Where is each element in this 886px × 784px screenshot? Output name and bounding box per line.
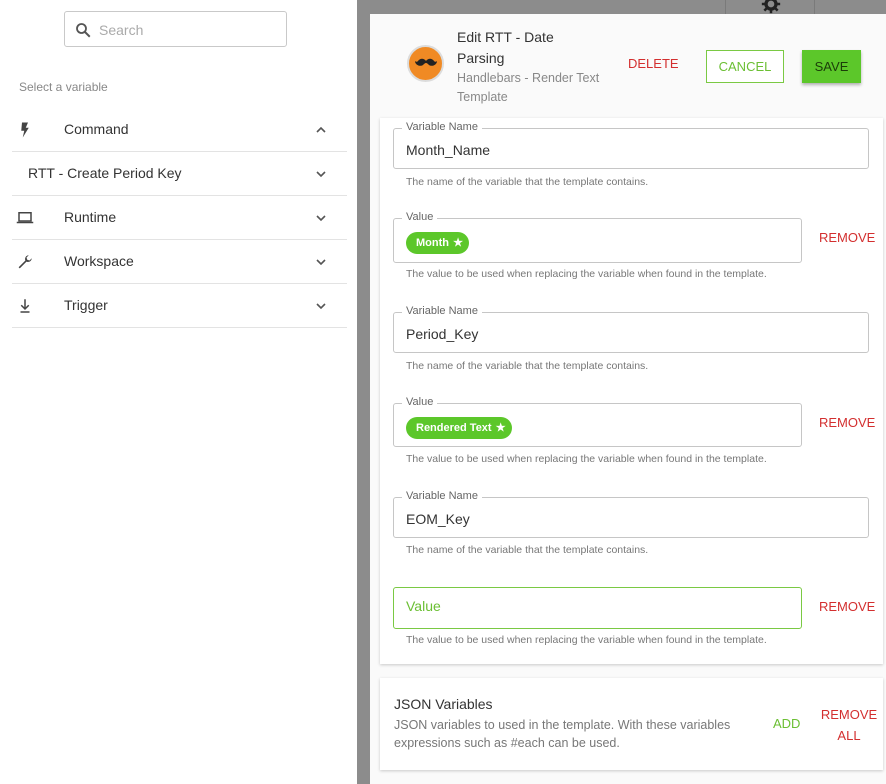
remove-variable-button[interactable]: REMOVE [819, 599, 875, 614]
variable-sidebar: Select a variable Command RTT - Create P… [0, 0, 357, 784]
sidebar-item-label: Trigger [64, 297, 108, 313]
cancel-button[interactable]: CANCEL [706, 50, 784, 83]
field-helper: The name of the variable that the templa… [406, 176, 649, 188]
variable-value-field[interactable]: Value Rendered Text ★ [393, 396, 802, 447]
sidebar-item-label: Command [64, 121, 129, 137]
chevron-up-icon [316, 126, 326, 133]
search-input[interactable] [99, 18, 279, 42]
variables-card: Variable Name Month_Name The name of the… [380, 118, 883, 664]
field-legend: Variable Name [402, 490, 482, 502]
star-icon: ★ [495, 422, 506, 434]
variable-name-value: Period_Key [406, 326, 479, 342]
variable-name-value: Month_Name [406, 142, 491, 158]
remove-all-button[interactable]: REMOVE ALL [820, 704, 878, 746]
sidebar-item-runtime[interactable]: Runtime [12, 196, 347, 240]
value-chip[interactable]: Rendered Text ★ [406, 417, 512, 439]
value-chip[interactable]: Month ★ [406, 232, 469, 254]
field-helper: The name of the variable that the templa… [406, 360, 649, 372]
modal-title: Edit RTT - Date Parsing [457, 29, 554, 66]
json-variables-description: JSON variables to used in the template. … [394, 718, 731, 750]
star-icon: ★ [453, 237, 463, 249]
sidebar-hint: Select a variable [19, 80, 108, 94]
field-helper: The value to be used when replacing the … [406, 634, 767, 646]
chevron-down-icon [316, 171, 326, 178]
variable-name-field[interactable]: Variable Name EOM_Key [393, 490, 869, 538]
modal-subtitle: Handlebars - Render Text Template [457, 71, 600, 104]
sidebar-item-trigger[interactable]: Trigger [12, 284, 347, 328]
search-box[interactable] [64, 11, 287, 47]
value-placeholder: Value [406, 598, 441, 614]
chevron-down-icon [316, 259, 326, 266]
delete-button[interactable]: DELETE [628, 56, 679, 71]
variable-value-input[interactable]: Value [393, 587, 802, 629]
trigger-icon [20, 299, 30, 313]
json-variables-title: JSON Variables [394, 696, 493, 712]
field-legend: Variable Name [402, 305, 482, 317]
gear-icon [761, 0, 781, 14]
mustache-icon [415, 58, 437, 66]
variable-value-field[interactable]: Value Month ★ [393, 211, 802, 263]
lightning-icon [21, 122, 29, 138]
field-helper: The value to be used when replacing the … [406, 268, 767, 280]
sidebar-item-command[interactable]: Command [12, 108, 347, 152]
wrench-icon [18, 255, 32, 269]
field-legend: Value [402, 211, 438, 223]
handlebars-logo [407, 45, 444, 82]
chip-label: Month [416, 237, 449, 249]
sidebar-item-label: Runtime [64, 209, 117, 225]
sidebar-item-rtt-create-period-key[interactable]: RTT - Create Period Key [12, 152, 347, 196]
variable-name-value: EOM_Key [406, 511, 470, 527]
save-button[interactable]: SAVE [802, 50, 861, 83]
add-json-variable-button[interactable]: ADD [773, 716, 800, 731]
field-legend: Variable Name [402, 121, 482, 133]
modal-header: Edit RTT - Date Parsing Handlebars - Ren… [370, 14, 886, 118]
chevron-down-icon [316, 215, 326, 222]
field-legend: Value [402, 396, 438, 408]
settings-button[interactable] [725, 0, 815, 14]
json-variables-card: JSON Variables JSON variables to used in… [380, 678, 883, 770]
field-helper: The name of the variable that the templa… [406, 544, 649, 556]
edit-command-modal: Edit RTT - Date Parsing Handlebars - Ren… [370, 14, 886, 784]
field-helper: The value to be used when replacing the … [406, 453, 767, 465]
chevron-down-icon [316, 303, 326, 310]
laptop-icon [16, 212, 34, 224]
remove-variable-button[interactable]: REMOVE [819, 230, 875, 245]
sidebar-item-label: RTT - Create Period Key [28, 165, 182, 181]
variable-name-field[interactable]: Variable Name Period_Key [393, 305, 869, 353]
search-icon [76, 23, 91, 38]
chip-label: Rendered Text [416, 422, 492, 434]
sidebar-item-workspace[interactable]: Workspace [12, 240, 347, 284]
remove-variable-button[interactable]: REMOVE [819, 415, 875, 430]
variable-name-field[interactable]: Variable Name Month_Name [393, 121, 869, 169]
sidebar-item-label: Workspace [64, 253, 134, 269]
